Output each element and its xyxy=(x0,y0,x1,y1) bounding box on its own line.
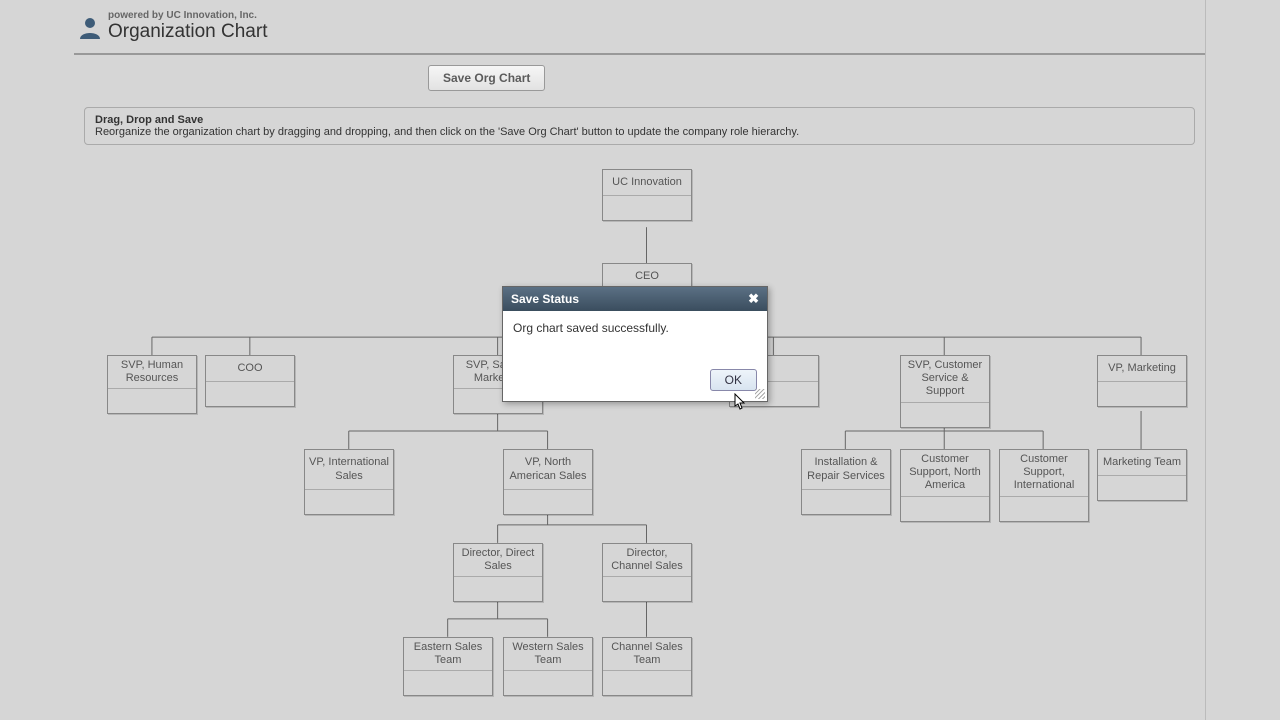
node-cs-north-america[interactable]: Customer Support, North America xyxy=(900,449,990,522)
node-label: Customer Support, North America xyxy=(901,450,989,497)
avatar-icon xyxy=(78,15,102,39)
node-install-repair[interactable]: Installation & Repair Services xyxy=(801,449,891,515)
node-label: COO xyxy=(206,356,294,382)
node-western-sales-team[interactable]: Western Sales Team xyxy=(503,637,593,696)
node-marketing-team[interactable]: Marketing Team xyxy=(1097,449,1187,501)
node-eastern-sales-team[interactable]: Eastern Sales Team xyxy=(403,637,493,696)
node-svp-customer-service[interactable]: SVP, Customer Service & Support xyxy=(900,355,990,428)
node-vp-intl-sales[interactable]: VP, International Sales xyxy=(304,449,394,515)
node-label: VP, Marketing xyxy=(1098,356,1186,382)
dialog-title: Save Status xyxy=(511,292,579,306)
node-coo[interactable]: COO xyxy=(205,355,295,407)
page-title: Organization Chart xyxy=(108,21,267,43)
save-org-chart-button[interactable]: Save Org Chart xyxy=(428,65,545,91)
node-label: Director, Direct Sales xyxy=(454,544,542,577)
toolbar: Save Org Chart xyxy=(74,55,1205,101)
save-status-dialog: Save Status ✖ Org chart saved successful… xyxy=(502,286,768,402)
page-header: powered by UC Innovation, Inc. Organizat… xyxy=(74,0,1205,55)
org-chart-canvas[interactable]: UC Innovation CEO SVP, Human Resources C… xyxy=(74,155,1205,695)
node-vp-marketing[interactable]: VP, Marketing xyxy=(1097,355,1187,407)
node-cs-international[interactable]: Customer Support, International xyxy=(999,449,1089,522)
node-label: SVP, Human Resources xyxy=(108,356,196,389)
node-label: Customer Support, International xyxy=(1000,450,1088,497)
connector-lines xyxy=(74,155,1205,695)
node-vp-na-sales[interactable]: VP, North American Sales xyxy=(503,449,593,515)
node-director-direct-sales[interactable]: Director, Direct Sales xyxy=(453,543,543,602)
node-label: UC Innovation xyxy=(603,170,691,196)
node-label: Eastern Sales Team xyxy=(404,638,492,671)
node-label: VP, International Sales xyxy=(305,450,393,490)
node-label: Director, Channel Sales xyxy=(603,544,691,577)
node-label: Marketing Team xyxy=(1098,450,1186,476)
node-svp-hr[interactable]: SVP, Human Resources xyxy=(107,355,197,414)
resize-grip[interactable] xyxy=(755,389,765,399)
dialog-ok-button[interactable]: OK xyxy=(710,369,757,391)
close-icon[interactable]: ✖ xyxy=(748,291,759,307)
node-label: Installation & Repair Services xyxy=(802,450,890,490)
node-channel-sales-team[interactable]: Channel Sales Team xyxy=(602,637,692,696)
powered-by-label: powered by UC Innovation, Inc. xyxy=(108,10,267,21)
node-label: VP, North American Sales xyxy=(504,450,592,490)
node-label: Channel Sales Team xyxy=(603,638,691,671)
node-label: SVP, Customer Service & Support xyxy=(901,356,989,403)
node-label: Western Sales Team xyxy=(504,638,592,671)
dialog-titlebar[interactable]: Save Status ✖ xyxy=(503,287,767,311)
instructions-title: Drag, Drop and Save xyxy=(95,114,1184,126)
node-uc-innovation[interactable]: UC Innovation xyxy=(602,169,692,221)
node-director-channel-sales[interactable]: Director, Channel Sales xyxy=(602,543,692,602)
instructions-panel: Drag, Drop and Save Reorganize the organ… xyxy=(84,107,1195,145)
instructions-body: Reorganize the organization chart by dra… xyxy=(95,126,1184,138)
dialog-message: Org chart saved successfully. xyxy=(503,311,767,363)
